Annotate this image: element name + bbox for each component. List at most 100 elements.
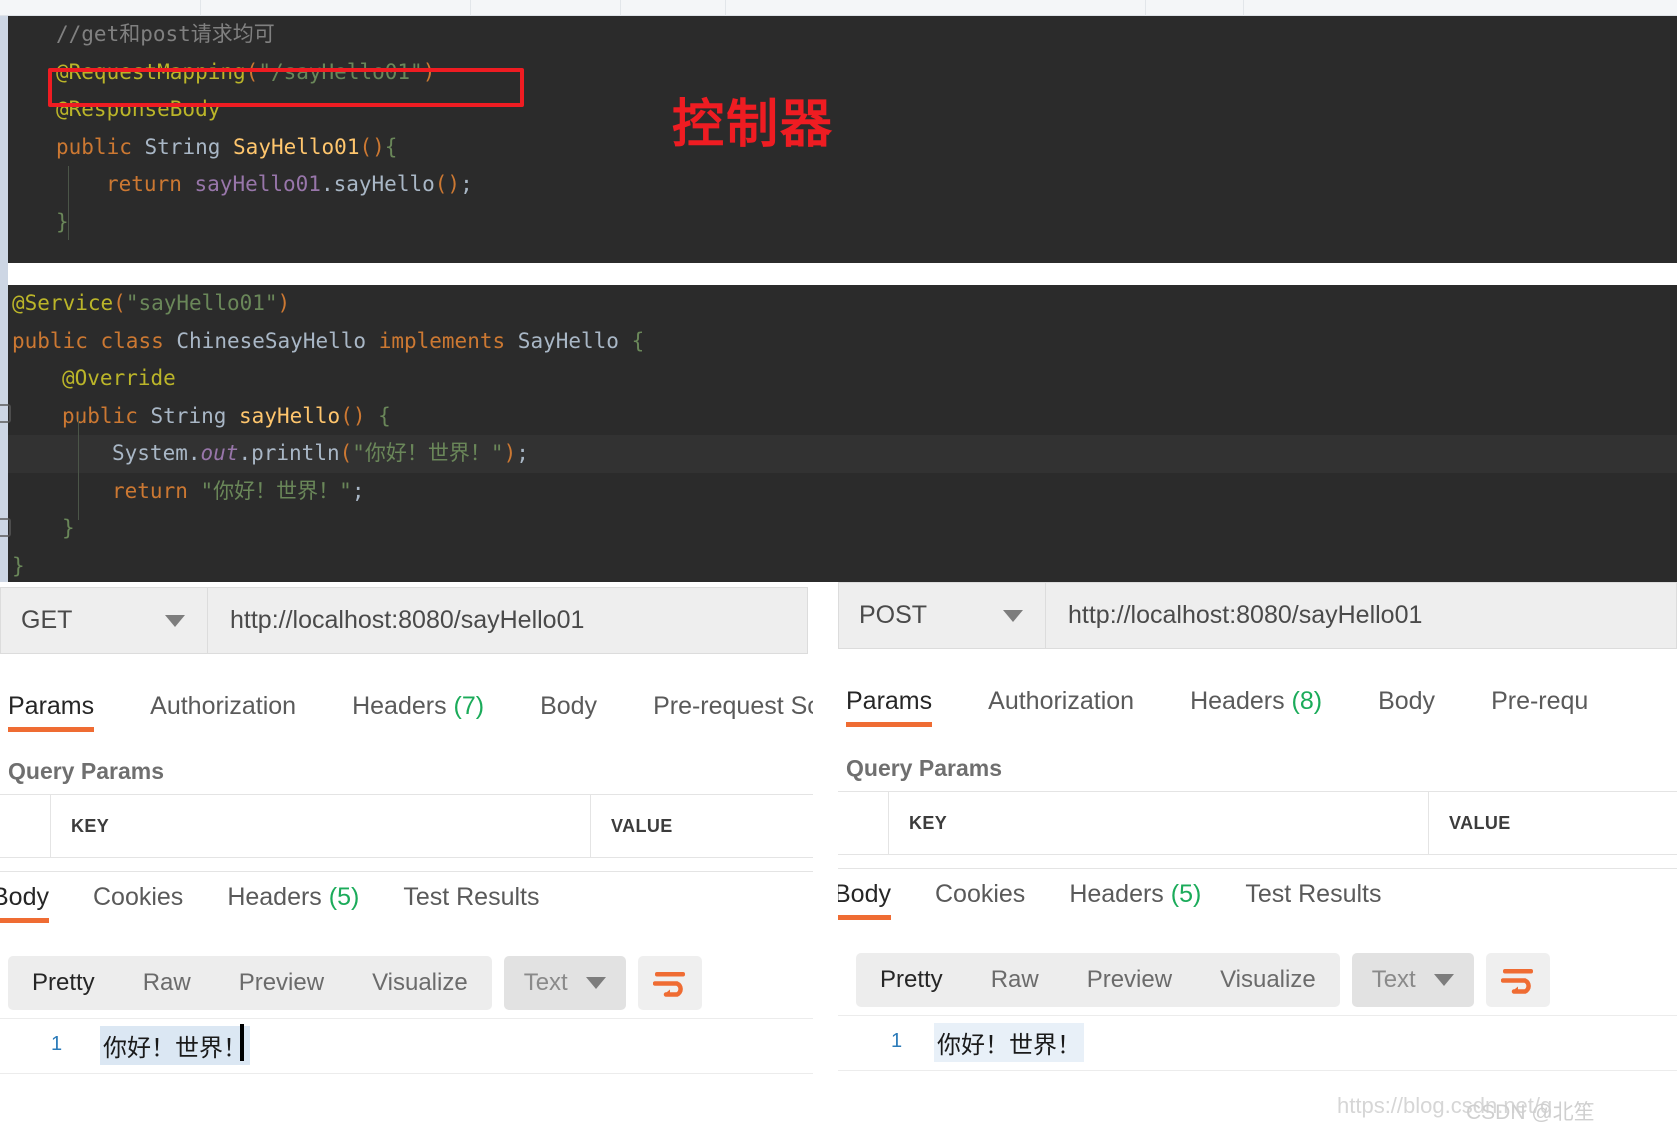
code-token: sayHello xyxy=(239,403,341,428)
view-tab-preview[interactable]: Preview xyxy=(215,969,348,997)
table-header-key: KEY xyxy=(888,792,1428,854)
tab-cookies[interactable]: Cookies xyxy=(93,883,183,923)
editor-gap xyxy=(0,263,1677,285)
tab-label: Authorization xyxy=(988,687,1135,715)
code-token: return xyxy=(112,478,188,503)
word-wrap-icon xyxy=(652,972,685,997)
word-wrap-toggle-get[interactable] xyxy=(637,956,702,1010)
code-token: ChineseSayHello xyxy=(176,328,367,353)
code-token: String xyxy=(150,403,227,428)
tab-headers[interactable]: Headers (7) xyxy=(352,692,484,732)
tab-headers[interactable]: Headers (5) xyxy=(227,883,359,923)
code-token: ; xyxy=(516,441,529,465)
tab-headers[interactable]: Headers (5) xyxy=(1069,880,1201,920)
tab-count-badge: (7) xyxy=(446,692,485,720)
word-wrap-icon xyxy=(1500,969,1533,994)
code-line: } xyxy=(8,510,1677,548)
code-token: () xyxy=(340,403,366,428)
tab-body[interactable]: Body xyxy=(838,880,891,920)
tab-params[interactable]: Params xyxy=(8,692,95,732)
table-checkbox-column xyxy=(838,792,888,854)
tab-count-badge: (5) xyxy=(321,883,360,911)
code-token: ) xyxy=(503,441,517,465)
response-format-select-get[interactable]: Text xyxy=(503,956,626,1010)
code-token: @ResponseBody xyxy=(56,97,221,121)
chevron-down-icon xyxy=(585,977,606,989)
tab-label: Cookies xyxy=(92,883,184,911)
chevron-down-icon xyxy=(1433,974,1454,986)
body-response-text: 你好！世界！ xyxy=(934,1023,1084,1062)
view-tab-visualize[interactable]: Visualize xyxy=(348,969,492,997)
request-url-input-get[interactable]: http://localhost:8080/sayHello01 xyxy=(208,587,808,654)
view-tab-pretty[interactable]: Pretty xyxy=(856,966,967,994)
postman-panel-post: POST http://localhost:8080/sayHello01 Pa… xyxy=(838,582,1677,1130)
tab-label: Params xyxy=(8,692,95,720)
tab-label: Body xyxy=(0,883,49,911)
tab-test-results[interactable]: Test Results xyxy=(403,883,539,923)
code-token: } xyxy=(62,516,75,540)
tab-count-badge: (5) xyxy=(1163,880,1202,908)
response-format-label: Text xyxy=(1371,966,1416,993)
tab-label: Test Results xyxy=(1245,880,1382,908)
code-token: "你好！世界！" xyxy=(352,441,504,465)
table-row[interactable] xyxy=(838,854,1677,868)
tab-test-results[interactable]: Test Results xyxy=(1245,880,1381,920)
code-token: SayHello xyxy=(517,328,619,353)
code-token: { xyxy=(378,403,391,428)
tab-label: Params xyxy=(846,687,933,715)
code-token: out xyxy=(200,441,239,465)
tab-pre-request-scrip[interactable]: Pre-request Scrip xyxy=(653,692,813,732)
table-row[interactable] xyxy=(0,857,813,871)
implemented-method-gutter-icon-1[interactable] xyxy=(0,404,11,423)
code-token: ( xyxy=(339,441,353,465)
code-token: . xyxy=(238,441,252,465)
tab-params[interactable]: Params xyxy=(846,687,933,727)
code-token: System xyxy=(112,441,188,465)
view-tab-raw[interactable]: Raw xyxy=(119,969,215,997)
table-header-key: KEY xyxy=(50,795,590,857)
tab-body[interactable]: Body xyxy=(1378,687,1435,727)
code-token: ( xyxy=(245,59,259,84)
indent-guide xyxy=(68,166,69,240)
tab-headers[interactable]: Headers (8) xyxy=(1190,687,1322,727)
screenshot-root: //get和post请求均可 @RequestMapping("/sayHello… xyxy=(0,0,1677,1130)
implemented-method-gutter-icon-2[interactable] xyxy=(0,518,11,537)
code-line: @Service("sayHello01") xyxy=(8,285,1677,323)
tab-cookies[interactable]: Cookies xyxy=(935,880,1025,920)
view-tab-pretty[interactable]: Pretty xyxy=(8,969,119,997)
request-tabs-get: Params Authorization Headers (7) Body Pre-re… xyxy=(8,686,813,732)
http-method-select-post[interactable]: POST xyxy=(838,582,1046,649)
view-tab-preview[interactable]: Preview xyxy=(1063,966,1196,994)
tab-body[interactable]: Body xyxy=(0,883,49,923)
code-token: public xyxy=(62,403,138,428)
code-line: @ResponseBody xyxy=(8,91,1677,129)
tab-pre-requ[interactable]: Pre-requ xyxy=(1491,687,1588,727)
code-line: public String SayHello01(){ xyxy=(8,129,1677,167)
code-line: @RequestMapping("/sayHello01") xyxy=(8,54,1677,92)
request-url-input-post[interactable]: http://localhost:8080/sayHello01 xyxy=(1046,582,1677,649)
code-line: return "你好！世界！"; xyxy=(8,473,1677,511)
code-token: { xyxy=(384,134,398,159)
tab-authorization[interactable]: Authorization xyxy=(150,692,296,732)
tab-body[interactable]: Body xyxy=(540,692,597,732)
annotation-label-controller: 控制器 xyxy=(672,95,835,155)
tab-authorization[interactable]: Authorization xyxy=(988,687,1134,727)
tab-count-badge: (8) xyxy=(1284,687,1323,715)
word-wrap-toggle-post[interactable] xyxy=(1485,953,1550,1007)
body-response-text: 你好！世界！ xyxy=(100,1026,250,1065)
code-token: { xyxy=(631,328,645,353)
request-url-bar-get: GET http://localhost:8080/sayHello01 xyxy=(0,587,813,654)
view-tab-visualize[interactable]: Visualize xyxy=(1196,966,1340,994)
tab-label: Authorization xyxy=(150,692,297,720)
code-token: () xyxy=(434,172,461,196)
response-format-select-post[interactable]: Text xyxy=(1351,953,1474,1007)
http-method-select-get[interactable]: GET xyxy=(0,587,208,654)
body-line-number: 1 xyxy=(891,1030,903,1052)
code-line: System.out.println("你好！世界！"); xyxy=(8,435,1677,473)
view-tab-raw[interactable]: Raw xyxy=(967,966,1063,994)
code-token: ; xyxy=(351,478,365,503)
code-editor-controller: //get和post请求均可 @RequestMapping("/sayHello… xyxy=(8,16,1677,263)
